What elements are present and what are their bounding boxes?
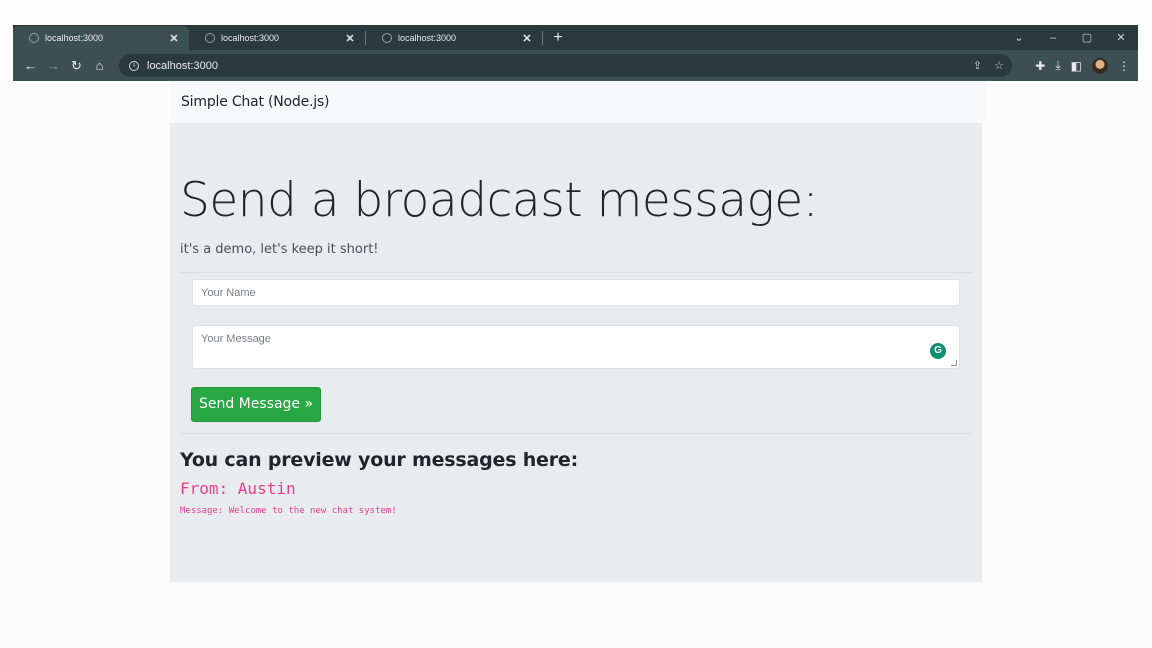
minimize-button[interactable]: –: [1036, 32, 1070, 44]
divider: [180, 272, 972, 273]
back-icon[interactable]: ←: [19, 58, 42, 73]
browser-window: localhost:3000 ✕ localhost:3000 ✕ localh…: [13, 25, 1138, 81]
message-placeholder: Your Message: [201, 333, 271, 345]
tab-strip: localhost:3000 ✕ localhost:3000 ✕ localh…: [13, 25, 1138, 50]
close-window-button[interactable]: ✕: [1104, 31, 1138, 44]
browser-toolbar: ← → ↻ ⌂ i localhost:3000 ⇪ ☆ ✚ ⤓ ◧ ⋮: [13, 50, 1138, 81]
tab-title: localhost:3000: [398, 33, 457, 43]
page-content: Simple Chat (Node.js) Send a broadcast m…: [0, 81, 1152, 648]
star-icon[interactable]: ☆: [994, 59, 1004, 72]
share-icon[interactable]: ⇪: [973, 59, 982, 72]
page-subtitle: it's a demo, let's keep it short!: [180, 242, 379, 257]
grammarly-icon[interactable]: G: [930, 343, 946, 359]
address-bar[interactable]: i localhost:3000 ⇪ ☆: [119, 54, 1012, 77]
resize-handle-icon[interactable]: [951, 360, 957, 366]
address-text: localhost:3000: [147, 59, 218, 72]
browser-tab-2[interactable]: localhost:3000 ✕: [189, 26, 365, 50]
navbar: Simple Chat (Node.js): [170, 81, 986, 123]
close-tab-icon[interactable]: ✕: [167, 32, 181, 45]
name-input[interactable]: Your Name: [192, 279, 960, 306]
window-controls: ⌄ – ▢ ✕: [1002, 25, 1138, 50]
sidepanel-icon[interactable]: ◧: [1071, 59, 1082, 73]
new-tab-button[interactable]: +: [543, 26, 573, 50]
reload-icon[interactable]: ↻: [65, 58, 88, 74]
browser-tab-1[interactable]: localhost:3000 ✕: [13, 26, 189, 50]
tab-title: localhost:3000: [221, 33, 280, 43]
home-icon[interactable]: ⌂: [88, 58, 111, 73]
tab-title: localhost:3000: [45, 33, 104, 43]
forward-icon[interactable]: →: [42, 58, 65, 73]
jumbotron: Send a broadcast message: it's a demo, l…: [170, 123, 982, 582]
extensions-icon[interactable]: ✚: [1035, 59, 1045, 73]
globe-icon: [29, 33, 39, 43]
menu-icon[interactable]: ⋮: [1118, 59, 1130, 73]
globe-icon: [205, 33, 215, 43]
page-title: Send a broadcast message:: [180, 173, 819, 228]
restore-button[interactable]: ▢: [1070, 31, 1104, 44]
message-textarea[interactable]: Your Message G: [192, 325, 960, 369]
site-info-icon[interactable]: i: [129, 60, 139, 71]
profile-avatar[interactable]: [1092, 57, 1108, 74]
navbar-brand[interactable]: Simple Chat (Node.js): [181, 94, 330, 110]
close-tab-icon[interactable]: ✕: [520, 32, 534, 45]
preview-heading: You can preview your messages here:: [180, 449, 578, 471]
close-tab-icon[interactable]: ✕: [343, 32, 357, 45]
message-body: Message: Welcome to the new chat system!: [180, 506, 397, 516]
globe-icon: [382, 33, 392, 43]
browser-tab-3[interactable]: localhost:3000 ✕: [366, 26, 542, 50]
send-message-button[interactable]: Send Message »: [191, 387, 321, 422]
download-icon[interactable]: ⤓: [1055, 58, 1060, 73]
message-sender: From: Austin: [180, 479, 296, 498]
tab-search-icon[interactable]: ⌄: [1002, 31, 1036, 44]
divider: [180, 433, 972, 434]
